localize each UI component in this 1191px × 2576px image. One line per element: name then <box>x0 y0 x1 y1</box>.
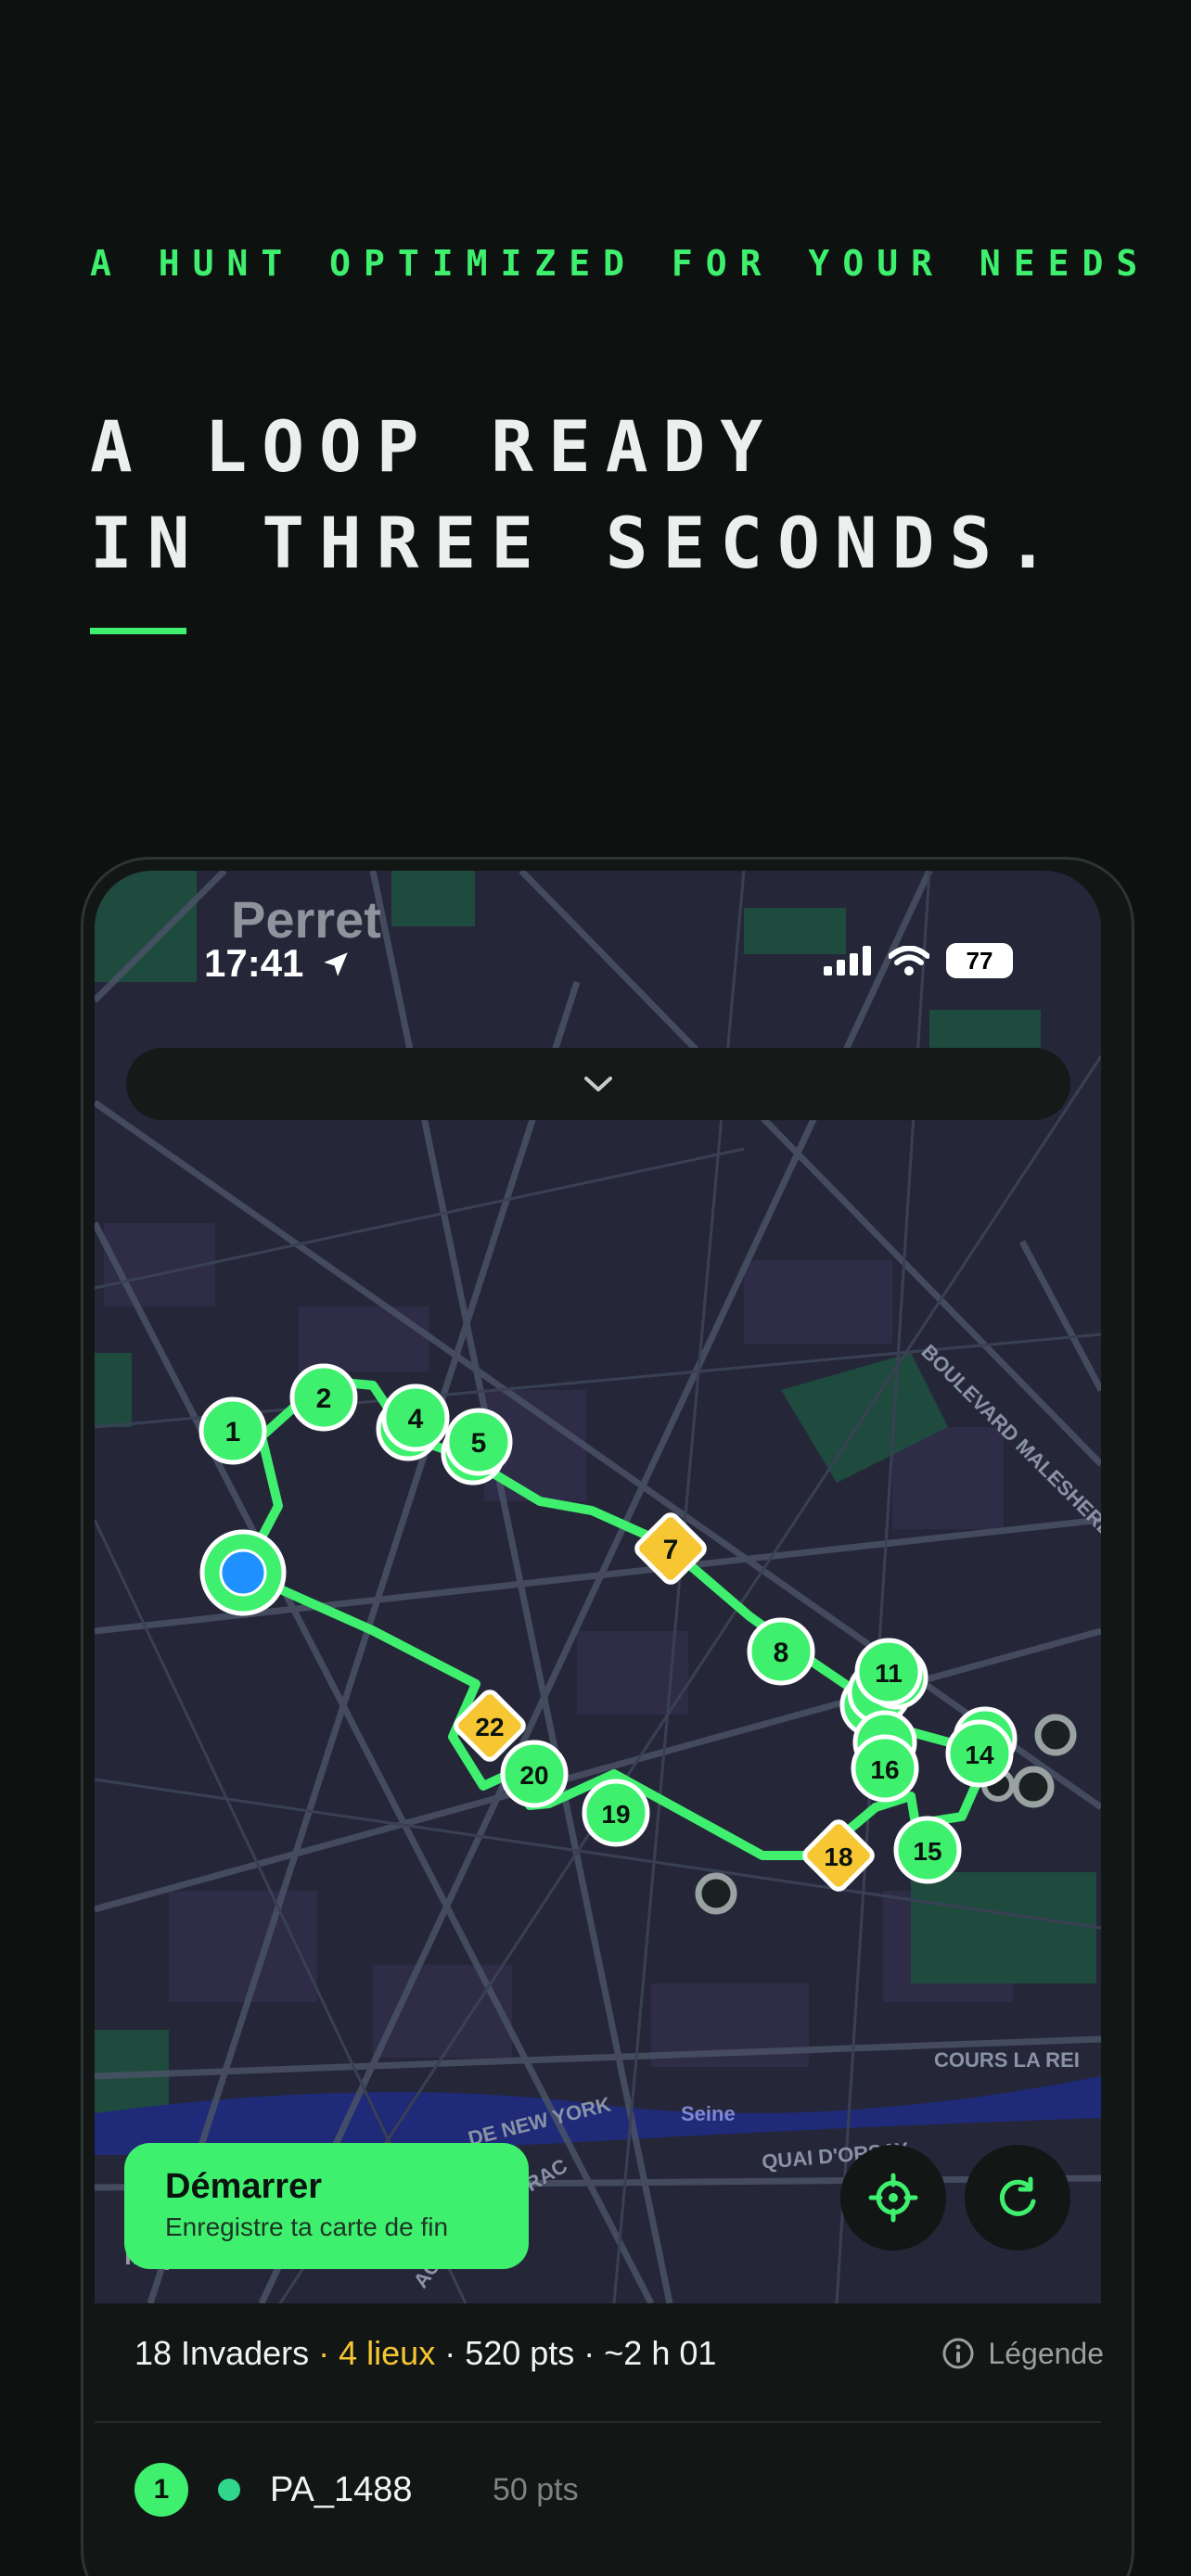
status-time: 17:41 <box>204 941 352 986</box>
phone-frame: BOULEVARD MALESHERBES COURS LA REI QUAI … <box>81 857 1134 2576</box>
info-icon <box>942 2338 974 2369</box>
list-item-index: 1 <box>134 2463 188 2517</box>
invader-marker[interactable]: 16 <box>851 1710 919 1803</box>
list-item-name: PA_1488 <box>270 2469 413 2509</box>
summary-separator: · <box>435 2334 466 2372</box>
summary-points: 520 pts <box>465 2334 575 2372</box>
hero-headline: A LOOP READY IN THREE SECONDS. <box>90 399 1064 592</box>
marker-label: 1 <box>225 1417 241 1447</box>
hero-kicker: A HUNT OPTIMIZED FOR YOUR NEEDS <box>90 243 1151 284</box>
list-item-points: 50 pts <box>493 2471 579 2507</box>
marker-label: 20 <box>519 1761 548 1790</box>
crosshair-icon <box>868 2173 918 2223</box>
street-label: COURS LA REI <box>934 2048 1080 2072</box>
user-location-marker[interactable] <box>199 1529 287 1616</box>
legend-label: Légende <box>988 2336 1104 2370</box>
map-screen[interactable]: BOULEVARD MALESHERBES COURS LA REI QUAI … <box>95 871 1101 2303</box>
cellular-signal-icon <box>824 946 871 976</box>
marker-label: 14 <box>965 1741 994 1769</box>
marker-label: 2 <box>316 1384 332 1414</box>
route-summary-text: 18 Invaders · 4 lieux · 520 pts · ~2 h 0… <box>134 2334 716 2373</box>
invader-marker[interactable]: 8 <box>747 1617 815 1686</box>
start-button[interactable]: Démarrer Enregistre ta carte de fin <box>124 2143 529 2269</box>
marker-label: 8 <box>774 1638 789 1668</box>
start-button-subtitle: Enregistre ta carte de fin <box>165 2213 449 2241</box>
location-arrow-icon <box>324 952 348 976</box>
marker-label: 11 <box>875 1659 903 1688</box>
divider <box>95 2421 1101 2423</box>
start-button-title: Démarrer <box>165 2167 322 2206</box>
invader-marker[interactable]: 1 <box>198 1396 267 1465</box>
route-summary: 18 Invaders · 4 lieux · 520 pts · ~2 h 0… <box>134 2334 1104 2373</box>
marker-label: 18 <box>824 1843 852 1871</box>
status-dot <box>218 2479 240 2501</box>
marker-label: 7 <box>663 1535 679 1565</box>
invader-marker[interactable]: 15 <box>893 1816 962 1884</box>
summary-separator: · <box>574 2334 605 2372</box>
street-label: Seine <box>681 2102 736 2125</box>
accent-rule <box>90 628 186 634</box>
chevron-down-icon <box>584 1077 612 1091</box>
marker-label: 16 <box>870 1755 899 1784</box>
list-item[interactable]: 1 PA_1488 50 pts <box>134 2457 1104 2522</box>
marker-label: 5 <box>471 1428 487 1459</box>
invader-marker[interactable]: 20 <box>500 1740 569 1808</box>
marker-label: 15 <box>913 1837 941 1866</box>
wifi-icon <box>889 946 929 976</box>
refresh-icon <box>999 2176 1036 2216</box>
summary-separator: · <box>309 2334 339 2372</box>
battery-indicator: 77 <box>946 943 1013 978</box>
marker-label: 4 <box>408 1404 424 1435</box>
summary-duration: ~2 h 01 <box>604 2334 717 2372</box>
summary-places: 4 lieux <box>339 2334 436 2372</box>
headline-line-2: IN THREE SECONDS. <box>90 502 1064 584</box>
refresh-button[interactable] <box>965 2145 1070 2251</box>
collapse-handle[interactable] <box>126 1048 1070 1120</box>
status-time-text: 17:41 <box>204 941 304 985</box>
marker-label: 19 <box>601 1800 630 1829</box>
headline-line-1: A LOOP READY <box>90 405 778 488</box>
invader-marker[interactable]: 2 <box>289 1363 358 1432</box>
invader-marker[interactable]: 19 <box>582 1779 650 1847</box>
legend-button[interactable]: Légende <box>941 2337 1104 2371</box>
marker-label: 22 <box>475 1713 504 1741</box>
summary-invaders: 18 Invaders <box>134 2334 310 2372</box>
status-icons: 77 <box>824 943 1013 978</box>
recenter-button[interactable] <box>840 2145 946 2251</box>
